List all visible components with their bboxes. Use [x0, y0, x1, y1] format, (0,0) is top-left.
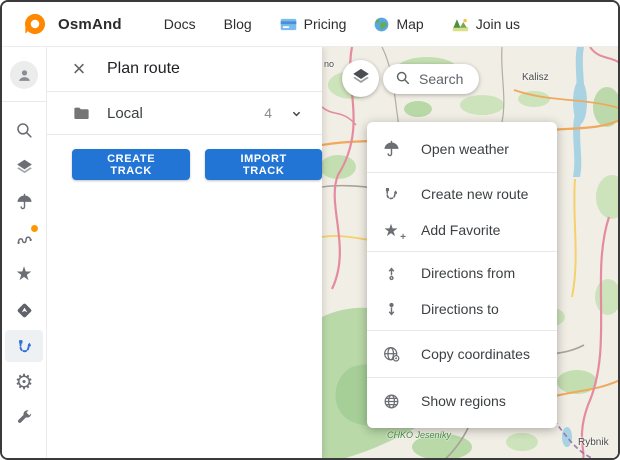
star-icon: ★ [15, 265, 32, 284]
import-track-button[interactable]: IMPORT TRACK [205, 149, 322, 180]
plan-route-button[interactable] [5, 330, 43, 362]
folder-icon [71, 103, 91, 123]
panel-header: × Plan route [47, 47, 322, 92]
tracks-icon [14, 228, 34, 248]
directions-from-icon [381, 263, 401, 283]
tracks-button[interactable] [5, 222, 43, 254]
nav-docs[interactable]: Docs [164, 16, 196, 32]
menu-item-create-new-route[interactable]: Create new route [367, 176, 557, 212]
account-icon [10, 61, 38, 89]
plan-route-panel: × Plan route Local 4 CREATE TRACK [47, 47, 322, 458]
map-label-partial: no [324, 59, 334, 69]
folder-row-local[interactable]: Local 4 [47, 92, 322, 135]
panel-title: Plan route [107, 60, 180, 78]
rail-divider [2, 101, 47, 102]
layers-icon [351, 66, 371, 91]
nav-join-us[interactable]: Join us [452, 16, 520, 32]
plan-route-icon [14, 336, 34, 356]
folder-count: 4 [264, 105, 272, 121]
map-canvas[interactable]: no Kalisz CHKO Jeseníky Rybnik [322, 47, 618, 458]
chevron-down-icon[interactable] [286, 103, 306, 123]
menu-item-directions-from[interactable]: Directions from [367, 255, 557, 291]
globe-icon [374, 17, 389, 32]
map-layers-button[interactable] [342, 60, 379, 97]
menu-item-add-favorite[interactable]: ★+ Add Favorite [367, 212, 557, 248]
menu-item-show-regions[interactable]: Show regions [367, 381, 557, 421]
map-context-menu: Open weather Create new route [367, 122, 557, 428]
globe-pin-icon [381, 344, 401, 364]
nav-map[interactable]: Map [374, 16, 423, 32]
create-track-button[interactable]: CREATE TRACK [72, 149, 190, 180]
park-icon [452, 17, 469, 32]
menu-item-copy-coordinates[interactable]: Copy coordinates [367, 334, 557, 374]
star-plus-icon: ★+ [381, 220, 401, 240]
top-navbar: OsmAnd Docs Blog Pricing [2, 2, 618, 47]
left-icon-rail: ★ [2, 47, 47, 458]
map-label-rybnik: Rybnik [578, 437, 609, 448]
nav-pricing[interactable]: Pricing [280, 16, 347, 32]
search-label: Search [419, 71, 463, 87]
search-button[interactable] [5, 114, 43, 146]
configure-map-button[interactable] [5, 150, 43, 182]
navigation-button[interactable] [5, 294, 43, 326]
folder-label: Local [107, 105, 143, 122]
directions-to-icon [381, 299, 401, 319]
umbrella-icon [14, 192, 34, 212]
close-icon[interactable]: × [65, 55, 93, 83]
search-icon [14, 120, 34, 140]
tracks-badge-dot [31, 225, 38, 232]
nav-blog[interactable]: Blog [224, 16, 252, 32]
map-search-button[interactable]: Search [383, 64, 479, 94]
route-icon [381, 184, 401, 204]
menu-item-open-weather[interactable]: Open weather [367, 129, 557, 169]
brand-name: OsmAnd [58, 16, 122, 33]
utilities-button[interactable] [5, 402, 43, 434]
favorites-button[interactable]: ★ [5, 258, 43, 290]
menu-item-directions-to[interactable]: Directions to [367, 291, 557, 327]
account-button[interactable] [5, 59, 43, 91]
umbrella-icon [381, 139, 401, 159]
map-label-kalisz: Kalisz [522, 72, 549, 83]
map-label-chko-jeseniky: CHKO Jeseníky [387, 430, 451, 440]
credit-card-icon [280, 18, 297, 31]
search-icon [395, 70, 411, 89]
app-window: OsmAnd Docs Blog Pricing [0, 0, 620, 460]
wrench-icon [14, 408, 34, 428]
settings-button[interactable]: ⚙ [5, 366, 43, 398]
globe-grid-icon [381, 391, 401, 411]
layers-icon [14, 156, 34, 176]
weather-button[interactable] [5, 186, 43, 218]
navigation-diamond-icon [14, 300, 34, 320]
panel-actions: CREATE TRACK IMPORT TRACK [47, 135, 322, 180]
osmand-logo[interactable]: OsmAnd [24, 13, 122, 35]
gear-icon: ⚙ [15, 372, 34, 393]
osmand-pin-icon [24, 13, 46, 35]
